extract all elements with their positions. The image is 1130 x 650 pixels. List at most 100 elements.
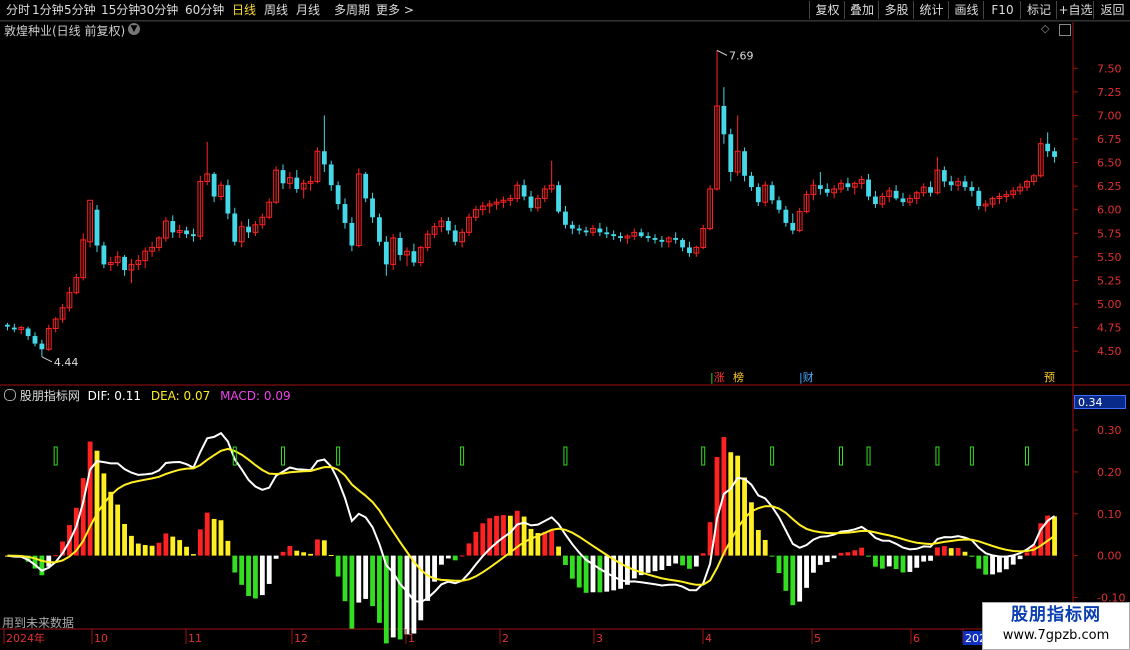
indicator-legend: 股朋指标网 DIF: 0.11 DEA: 0.07 MACD: 0.09 [4, 387, 291, 404]
candle-body [941, 170, 947, 182]
macd-bar [94, 450, 100, 556]
signal-marker [336, 446, 341, 466]
macd-bar [935, 547, 940, 556]
macd-bar [797, 555, 803, 602]
macd-bar [232, 555, 238, 573]
finance-marker[interactable]: |财 [799, 372, 814, 384]
macd-bar [383, 555, 389, 644]
macd-bar [955, 547, 961, 556]
high-pointer [716, 49, 728, 56]
candle-body [101, 245, 107, 265]
candle-body [328, 164, 334, 186]
macd-bar [53, 555, 59, 557]
candle-body [191, 234, 196, 237]
candle-body [680, 239, 685, 248]
candle-body [742, 151, 747, 176]
indicator-tick-label: 0.20 [1097, 466, 1122, 479]
macd-bar [218, 520, 224, 556]
macd-bar [597, 555, 603, 593]
macd-bar [824, 555, 830, 563]
macd-bar [1017, 555, 1023, 560]
candle-body [363, 173, 369, 199]
candle-body [563, 211, 568, 225]
candle-body [817, 185, 823, 189]
price-tick-label: 7.25 [1097, 86, 1122, 99]
kline-chart[interactable]: 7.50 7.25 7.00 6.75 6.50 6.25 6.00 5.75 5.50 5.25… [0, 0, 1130, 650]
date-tick-label: 10 [94, 632, 108, 645]
candle-body [349, 222, 355, 246]
candle-body [335, 185, 341, 205]
macd-bar [576, 555, 582, 588]
candle-body [370, 198, 375, 218]
macd-bar [287, 545, 293, 556]
candle-body [232, 213, 238, 242]
candle-body [1052, 151, 1057, 157]
macd-bar [328, 555, 334, 557]
macd-bar [425, 555, 431, 601]
macd-bar [342, 555, 348, 602]
price-tick-label: 6.50 [1097, 157, 1122, 170]
billboard-marker[interactable]: 榜 [733, 372, 744, 384]
macd-bar [315, 539, 320, 556]
limit-up-marker[interactable]: |涨 [710, 372, 725, 384]
high-label: 7.69 [729, 49, 754, 62]
macd-bar [893, 555, 899, 570]
macd-bar [211, 518, 217, 556]
macd-bar [563, 555, 568, 565]
indicator-name[interactable]: 股朋指标网 [20, 389, 80, 403]
macd-bar [466, 543, 472, 556]
macd-bar [817, 555, 823, 565]
macd-bar [783, 555, 789, 591]
forecast-marker[interactable]: 预 [1044, 372, 1055, 384]
candle-body [397, 238, 403, 255]
macd-bar [941, 546, 947, 556]
macd-bar [480, 523, 486, 556]
macd-bar [997, 555, 1002, 573]
macd-bar [184, 546, 189, 556]
macd-bar [962, 551, 968, 556]
macd-bar [142, 545, 148, 556]
macd-bar [569, 555, 575, 579]
candle-body [342, 204, 348, 223]
macd-bar [259, 555, 265, 596]
signal-marker [232, 446, 237, 466]
macd-bar [459, 555, 465, 557]
candle-body [611, 234, 617, 237]
candle-body [866, 179, 871, 197]
signal-marker [460, 446, 465, 466]
candle-body [211, 173, 217, 197]
macd-bar [907, 555, 913, 572]
macd-bar [115, 504, 121, 556]
candle-body [280, 170, 286, 184]
candle-body [769, 185, 775, 201]
price-tick-label: 4.50 [1097, 345, 1122, 358]
candle-body [383, 241, 389, 265]
candle-body [893, 190, 899, 199]
price-tick-label: 6.25 [1097, 180, 1122, 193]
macd-bar [735, 455, 741, 556]
candle-body [32, 336, 38, 344]
macd-bar [879, 555, 885, 569]
macd-bar [87, 441, 93, 556]
candle-body [11, 327, 17, 330]
macd-bar [204, 512, 210, 556]
macd-bar [645, 555, 651, 573]
macd-bar [101, 473, 107, 556]
macd-bar [859, 547, 865, 556]
macd-bar [377, 555, 382, 623]
candle-body [618, 236, 623, 238]
candle-body [948, 181, 954, 186]
signal-marker [866, 446, 871, 466]
macd-bar [804, 555, 809, 588]
macd-bar [687, 555, 692, 569]
cursor-value-badge: 0.34 [1074, 395, 1126, 409]
candle-body [170, 221, 176, 233]
candle-body [411, 251, 417, 263]
macd-bar [246, 555, 251, 597]
candle-body [1045, 143, 1051, 152]
signal-marker [770, 446, 775, 466]
macd-bar [191, 554, 196, 556]
indicator-toggle-icon[interactable] [4, 389, 16, 401]
macd-bar [321, 540, 327, 556]
macd-bar [948, 548, 954, 556]
